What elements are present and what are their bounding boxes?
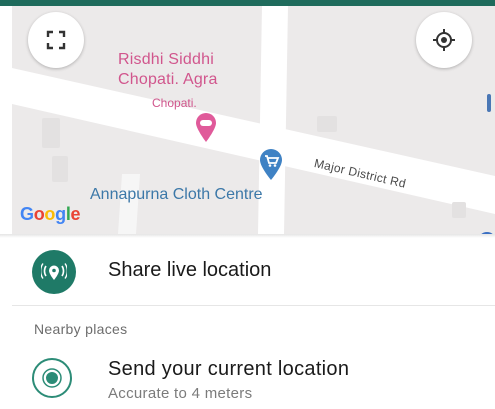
- my-location-button[interactable]: [416, 12, 472, 68]
- section-header: Nearby places: [34, 321, 128, 337]
- fullscreen-button[interactable]: [28, 12, 84, 68]
- restaurant-pin-icon: [196, 113, 216, 142]
- map-block: [452, 202, 466, 218]
- map-block: [52, 156, 68, 182]
- poi-small-label: Chopati.: [152, 96, 197, 110]
- poi-name-line2: Chopati. Agra: [118, 71, 218, 88]
- restaurant-marker[interactable]: [194, 112, 218, 147]
- current-location-accuracy: Accurate to 4 meters: [108, 385, 253, 402]
- google-logo: Google: [20, 204, 81, 224]
- sheet-shadow: [0, 234, 495, 238]
- map-block: [317, 116, 337, 132]
- poi-name-line1: Risdhi Siddhi: [118, 51, 214, 68]
- map-block: [42, 118, 60, 148]
- shop-label: Annapurna Cloth Centre: [90, 186, 263, 203]
- divider: [12, 305, 495, 306]
- share-live-location-item[interactable]: Share live location: [0, 244, 495, 302]
- my-location-icon: [433, 29, 455, 51]
- map-view[interactable]: Risdhi Siddhi Chopati. Agra Chopati. Ann…: [12, 6, 495, 234]
- send-current-location-item[interactable]: Send your current location Accurate to 4…: [0, 352, 495, 409]
- fullscreen-icon: [46, 30, 66, 50]
- share-live-location-label: Share live location: [108, 259, 272, 281]
- shopping-cart-pin-icon: [260, 149, 282, 180]
- shop-marker[interactable]: [258, 148, 284, 185]
- current-location-icon: [32, 358, 72, 398]
- live-location-icon: [32, 250, 76, 294]
- map-edge-marker: [487, 94, 491, 112]
- current-location-title: Send your current location: [108, 358, 350, 380]
